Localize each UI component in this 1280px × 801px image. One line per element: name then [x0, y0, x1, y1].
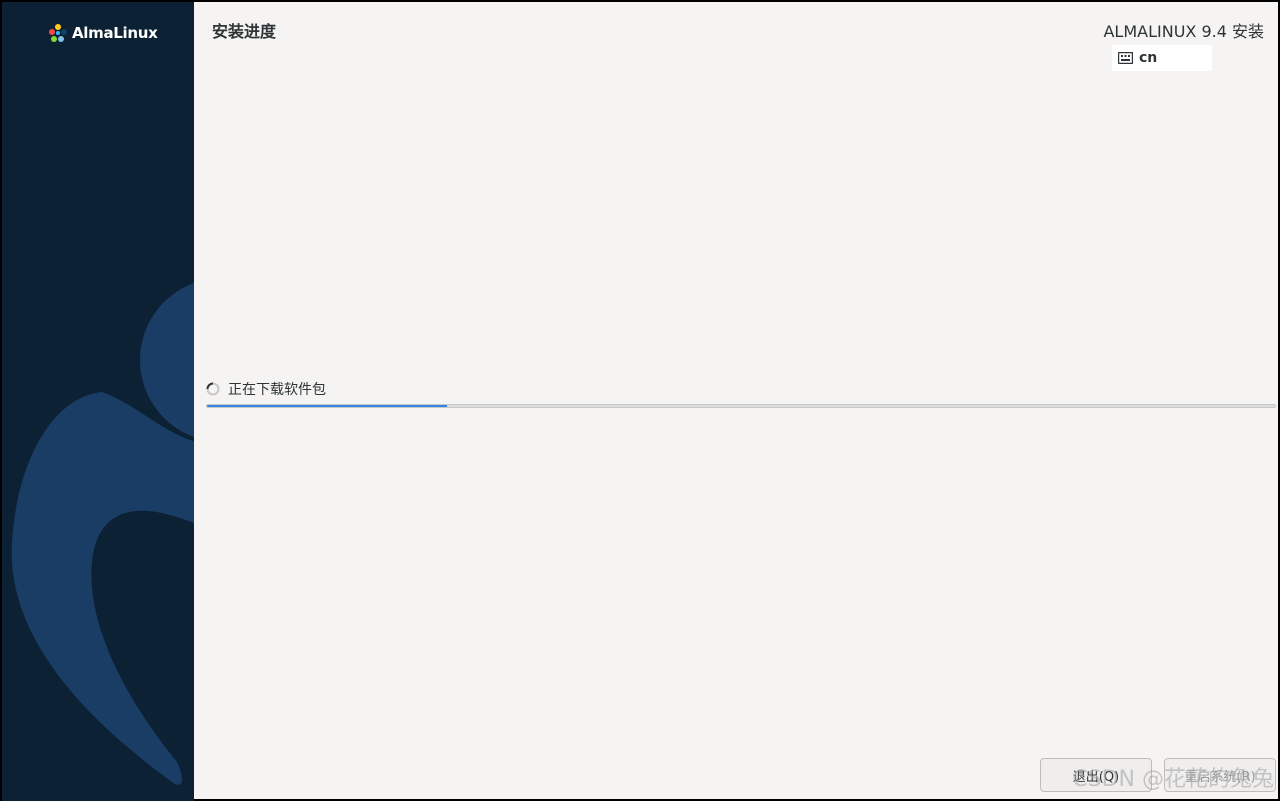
sidebar-background-art	[11, 282, 194, 785]
quit-button[interactable]: 退出(Q)	[1040, 758, 1152, 792]
progress-bar-fill	[207, 405, 448, 407]
logo-text: AlmaLinux	[72, 24, 158, 42]
main-content: 安装进度 ALMALINUX 9.4 安装 cn 正在下载软件包 退出(Q) 重…	[194, 0, 1280, 801]
keyboard-layout-label: cn	[1139, 50, 1158, 66]
progress-status-text: 正在下载软件包	[228, 382, 326, 398]
product-title: ALMALINUX 9.4 安装	[1103, 22, 1264, 41]
keyboard-layout-indicator[interactable]: cn	[1112, 45, 1212, 71]
progress-bar	[206, 404, 1276, 408]
almalinux-logo: AlmaLinux	[48, 23, 158, 43]
almalinux-logo-icon	[49, 24, 67, 42]
progress-status: 正在下载软件包	[206, 379, 326, 399]
sidebar: AlmaLinux	[0, 0, 194, 801]
keyboard-icon	[1118, 52, 1133, 64]
reboot-button[interactable]: 重启系统(R)	[1164, 758, 1276, 792]
spinner-icon	[206, 382, 220, 396]
page-title: 安装进度	[212, 22, 277, 41]
